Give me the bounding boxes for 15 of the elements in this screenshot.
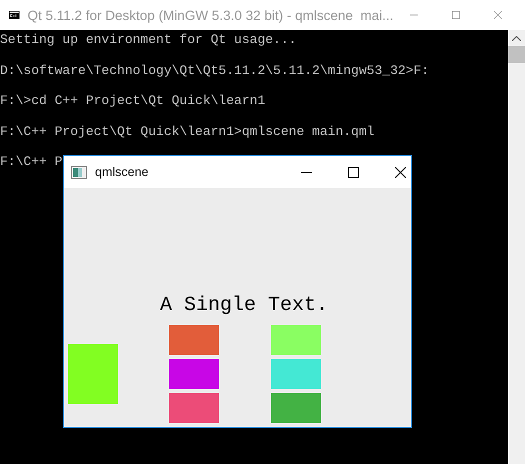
console-line: F:\C++ Project\Qt Quick\learn1>qmlscene main.qml: [0, 124, 376, 140]
console-line: F:\>cd C++ Project\Qt Quick\learn1: [0, 93, 266, 110]
window-title: qmlscene: [95, 165, 150, 179]
close-icon[interactable]: [395, 166, 406, 178]
console-icon: [9, 9, 20, 21]
console-line: F:\C++ P: [0, 154, 64, 170]
scroll-up-icon[interactable]: [512, 36, 521, 41]
scene-text: A Single Text.: [160, 294, 328, 317]
window-icon: [71, 166, 87, 178]
maximize-icon[interactable]: [348, 166, 359, 178]
window-title: Qt 5.11.2 for Desktop (MinGW 5.3.0 32 bit) - qmlscene mai...: [28, 8, 394, 22]
scrollbar[interactable]: [508, 30, 525, 464]
scroll-thumb[interactable]: [508, 46, 525, 63]
console-line: D:\software\Technology\Qt\Qt5.11.2\5.11.2\mingw53_32>F:: [0, 62, 430, 79]
console-line: Setting up environment for Qt usage...: [0, 32, 298, 48]
